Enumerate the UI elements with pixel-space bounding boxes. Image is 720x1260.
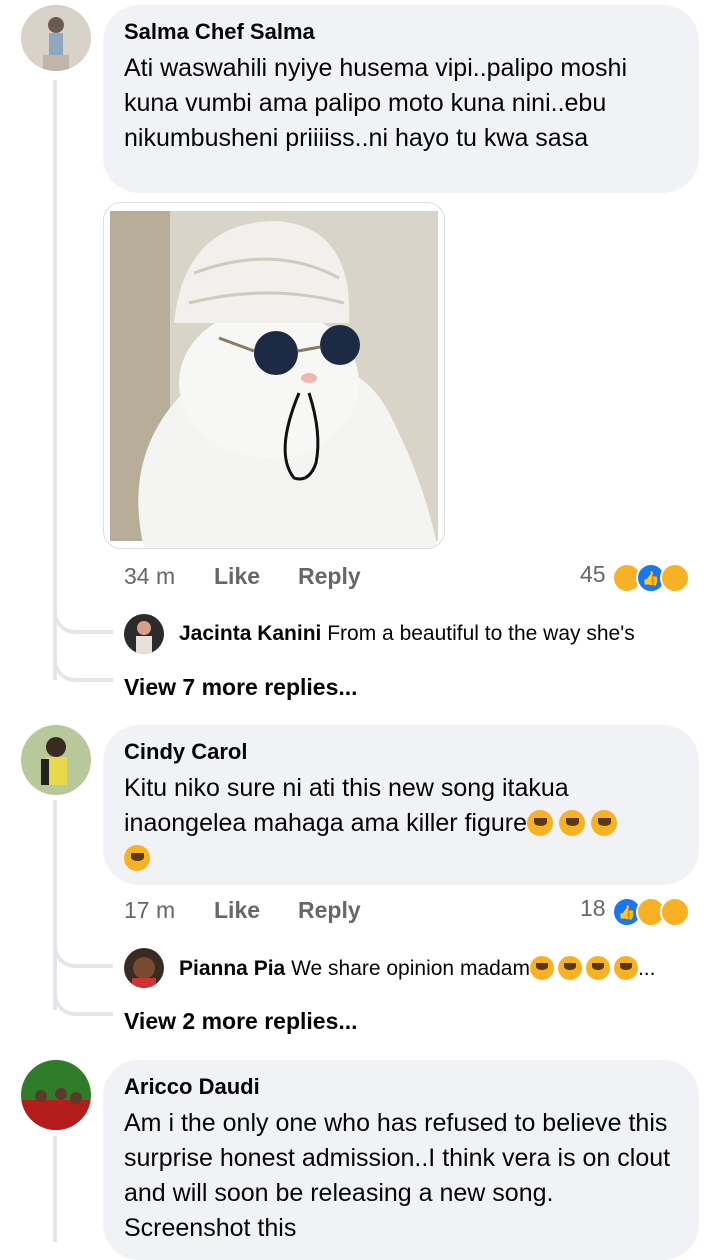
comment-bubble[interactable]: Cindy Carol Kitu niko sure ni ati this n… [103,725,699,885]
comment-actions: 17 m Like Reply [124,897,364,927]
comment-author[interactable]: Salma Chef Salma [124,19,677,45]
reply-connector [53,612,113,634]
comment-bubble[interactable]: Salma Chef Salma Ati waswahili nyiye hus… [103,5,699,193]
laughing-emoji-icon [124,845,150,871]
laughing-emoji-icon [557,956,582,980]
wow-icon [660,896,691,927]
reply-button[interactable]: Reply [298,897,361,924]
reaction-count: 45 [580,561,606,587]
reactions-summary[interactable]: 18 👍 [580,895,691,927]
reply-ellipsis: ... [637,957,656,980]
reply-text: From a beautiful to the way she's [327,622,635,645]
like-button[interactable]: Like [214,897,260,924]
avatar-jacinta[interactable] [124,614,164,654]
reaction-count: 18 [580,895,606,921]
reply-connector [53,660,113,682]
comment-actions: 34 m Like Reply [124,563,364,593]
reply-connector [53,946,113,968]
laughing-emoji-icon [585,956,610,980]
comment-time[interactable]: 34 m [124,563,175,589]
laughing-emoji-icon [559,810,586,836]
user-photo-icon [124,948,164,988]
user-photo-icon [124,614,164,654]
reply-text: We share opinion madam [291,957,530,980]
laughing-emoji-icon [613,956,638,980]
laughing-emoji-icon [529,956,554,980]
avatar-cindy[interactable] [21,725,91,795]
reply-button[interactable]: Reply [298,563,361,590]
user-photo-icon [21,1060,91,1130]
thread-line [53,800,57,1010]
avatar-aricco[interactable] [21,1060,91,1130]
comment-time[interactable]: 17 m [124,897,175,923]
comment-image[interactable] [103,202,445,549]
laughing-emoji-icon [527,810,554,836]
comment-text: Am i the only one who has refused to bel… [124,1109,671,1242]
comment-text-wrap: Kitu niko sure ni ati this new song itak… [124,771,677,876]
view-more-replies-button[interactable]: View 2 more replies... [124,1008,358,1035]
comment-author[interactable]: Aricco Daudi [124,1074,677,1100]
reactions-summary[interactable]: 45 👍 [580,561,691,593]
comment-text: Kitu niko sure ni ati this new song itak… [124,774,569,837]
thread-line [53,80,57,680]
comment-author[interactable]: Cindy Carol [124,739,677,765]
cat-with-sunglasses-image [110,211,438,548]
comment-text: Ati waswahili nyiye husema vipi..palipo … [124,54,628,152]
like-button[interactable]: Like [214,563,260,590]
laughing-emoji-icon [591,810,618,836]
reply-preview[interactable]: Pianna Pia We share opinion madam... [179,956,655,981]
user-photo-icon [21,725,91,795]
thread-line [53,1136,57,1242]
wow-icon [660,562,691,593]
user-photo-icon [21,5,91,71]
view-more-replies-button[interactable]: View 7 more replies... [124,674,358,701]
reply-preview[interactable]: Jacinta Kanini From a beautiful to the w… [179,622,635,646]
comment-bubble[interactable]: Aricco Daudi Am i the only one who has r… [103,1060,699,1260]
avatar-pianna[interactable] [124,948,164,988]
reply-author[interactable]: Jacinta Kanini [179,622,321,645]
reply-connector [53,994,113,1016]
avatar-salma[interactable] [21,5,91,71]
reply-author[interactable]: Pianna Pia [179,957,285,980]
